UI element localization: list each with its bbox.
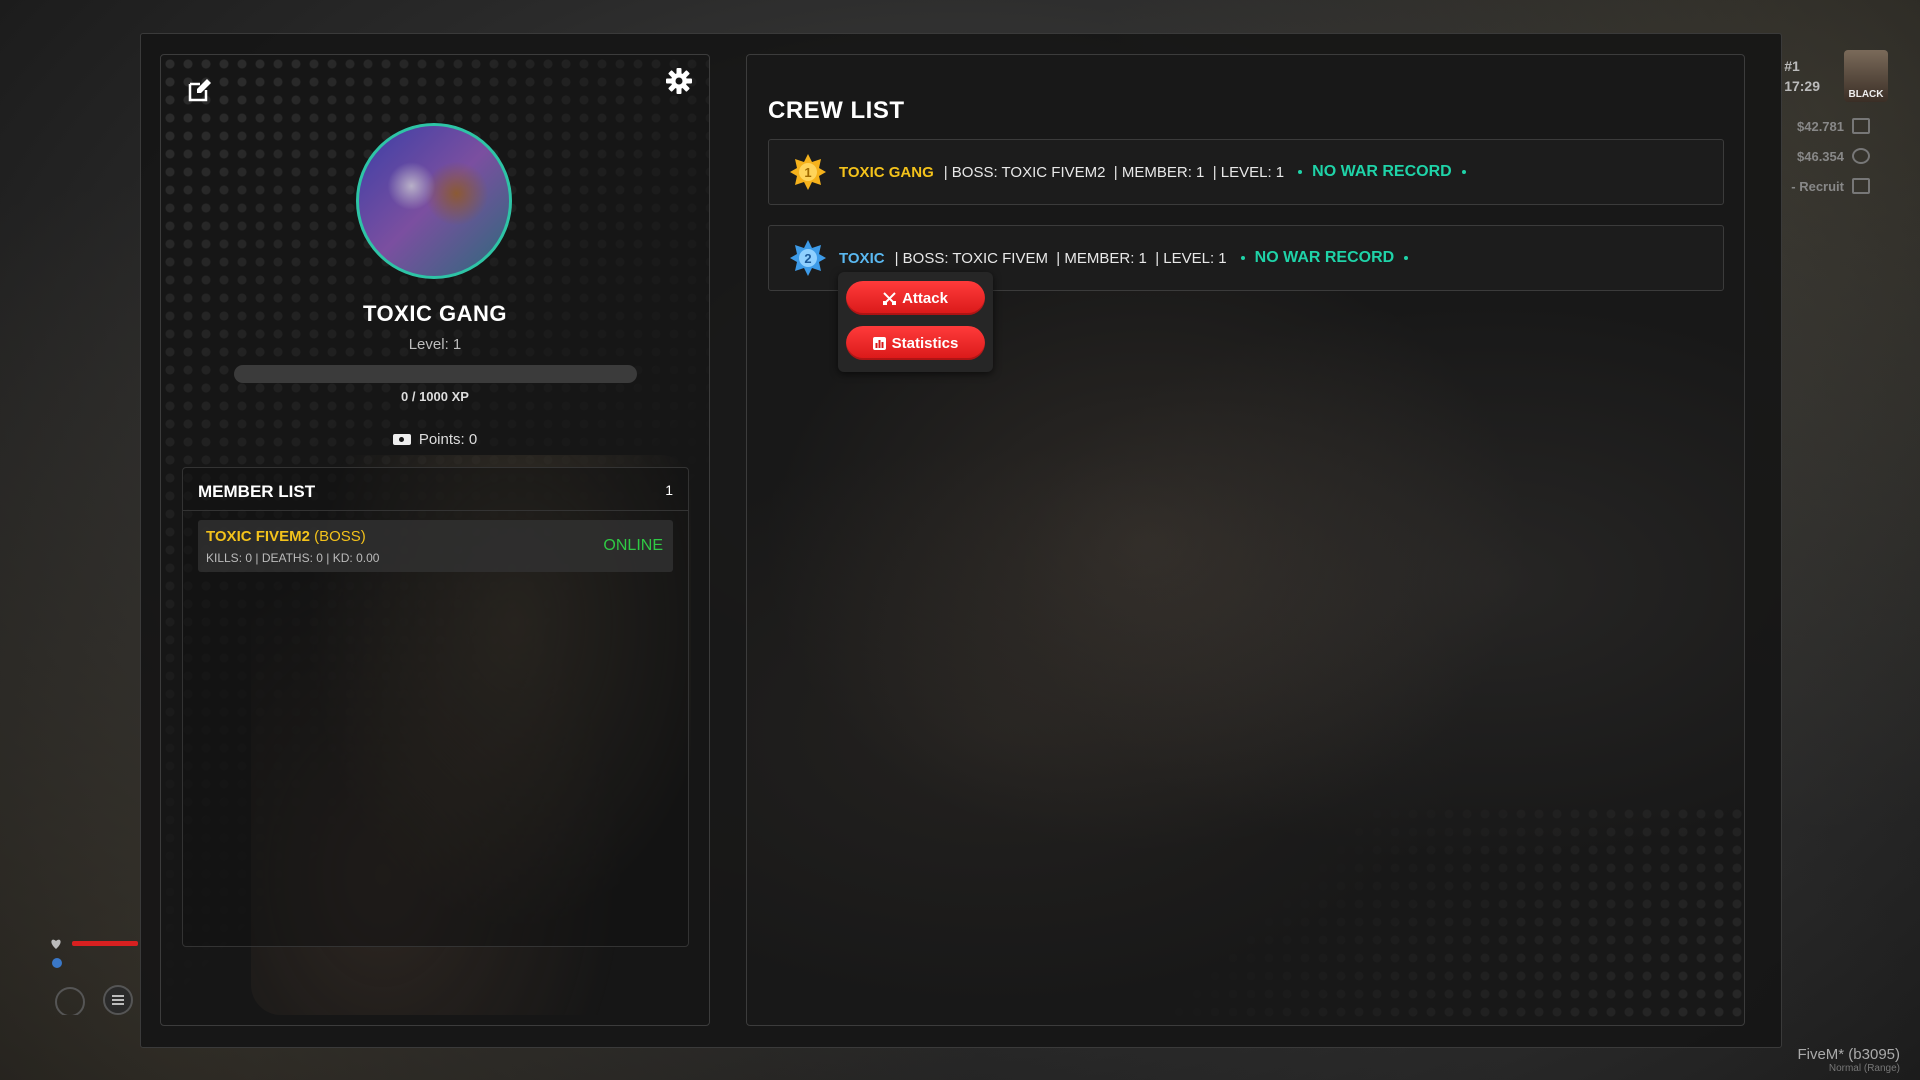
rank-badge-blue-icon: 2 — [790, 240, 826, 276]
points-label: Points: 0 — [418, 431, 478, 448]
rank-number: 2 — [804, 251, 811, 266]
dot-pattern — [1044, 805, 1744, 1025]
client-version: FiveM* (b3095) Normal (Range) — [1797, 1046, 1900, 1074]
member-count: 1 — [665, 482, 673, 498]
client-version-label: FiveM* (b3095) — [1797, 1046, 1900, 1063]
crew-list-panel: CREW LIST 1 TOXIC GANG | BOSS: TOXIC FIV… — [746, 54, 1745, 1026]
rank-number: 1 — [804, 165, 811, 180]
war-record: NO WAR RECORD — [1298, 163, 1466, 181]
attack-label: Attack — [902, 289, 948, 307]
member-name-line: TOXIC FIVEM2 (BOSS) — [206, 528, 366, 545]
member-list-title: MEMBER LIST — [198, 482, 316, 501]
crew-level: Level: 1 — [408, 336, 462, 353]
hud-bank-value: $46.354 — [1797, 148, 1844, 164]
member-stats: KILLS: 0 | DEATHS: 0 | KD: 0.00 — [206, 551, 380, 565]
hud-rank: #1 17:29 — [1784, 56, 1820, 96]
rank-badge-gold-icon: 1 — [790, 154, 826, 190]
bar-chart-icon — [872, 336, 886, 350]
hud-cash-value: $42.781 — [1797, 118, 1844, 134]
attack-button[interactable]: Attack — [846, 281, 985, 315]
crew-card-info: | BOSS: TOXIC FIVEM2 | MEMBER: 1 | LEVEL… — [943, 163, 1285, 181]
member-row[interactable]: TOXIC FIVEM2 (BOSS) KILLS: 0 | DEATHS: 0… — [198, 520, 673, 572]
briefcase-icon — [1852, 178, 1870, 194]
statistics-button[interactable]: Statistics — [846, 326, 985, 360]
hud-avatar: BLACK — [1844, 50, 1888, 102]
crew-avatar — [356, 123, 512, 279]
war-record-label: NO WAR RECORD — [1312, 163, 1452, 180]
ticket-icon — [392, 434, 411, 445]
bank-icon — [1852, 148, 1870, 164]
hud-avatar-label: BLACK — [1848, 89, 1884, 100]
hud-job: - Recruit — [1791, 178, 1870, 194]
member-name: TOXIC FIVEM2 — [206, 528, 310, 545]
hud-time: 17:29 — [1784, 78, 1820, 94]
statistics-label: Statistics — [891, 334, 959, 352]
hud-job-value: - Recruit — [1791, 178, 1844, 194]
crew-card-name: TOXIC — [839, 249, 885, 267]
crew-card-info: | BOSS: TOXIC FIVEM | MEMBER: 1 | LEVEL:… — [894, 249, 1227, 267]
crew-card[interactable]: 1 TOXIC GANG | BOSS: TOXIC FIVEM2 | MEMB… — [768, 139, 1724, 205]
crew-list-title: CREW LIST — [768, 97, 905, 124]
hud-bank: $46.354 — [1797, 148, 1870, 164]
points-display: Points: 0 — [161, 431, 709, 448]
hud-rank-number: #1 — [1784, 58, 1800, 74]
war-record: NO WAR RECORD — [1240, 249, 1409, 267]
crew-card-name: TOXIC GANG — [839, 163, 934, 181]
member-status: ONLINE — [603, 537, 663, 554]
dot-icon — [1404, 256, 1409, 260]
war-record-label: NO WAR RECORD — [1254, 249, 1395, 266]
xp-progress-bar — [234, 365, 637, 383]
hud-cash: $42.781 — [1797, 118, 1870, 134]
crew-action-menu: Attack Statistics — [838, 272, 993, 372]
member-role: (BOSS) — [309, 528, 366, 545]
member-list: MEMBER LIST 1 TOXIC FIVEM2 (BOSS) KILLS:… — [182, 467, 689, 947]
divider — [183, 510, 688, 511]
gear-icon[interactable] — [665, 67, 693, 95]
client-sub-label: Normal (Range) — [1828, 1063, 1900, 1074]
crew-name: TOXIC GANG — [363, 301, 507, 326]
player-status-hud — [50, 935, 150, 1020]
xp-text: 0 / 1000 XP — [401, 389, 469, 404]
dot-icon — [1461, 170, 1466, 174]
crew-profile-panel: TOXIC GANG Level: 1 0 / 1000 XP Points: … — [160, 54, 710, 1026]
wallet-icon — [1852, 118, 1870, 134]
health-armor-icon — [51, 939, 138, 1017]
member-list-header: MEMBER LIST 1 — [198, 482, 673, 502]
dot-icon — [1298, 170, 1303, 174]
swords-icon — [883, 291, 897, 305]
dot-icon — [1240, 256, 1245, 260]
edit-icon[interactable] — [187, 77, 213, 103]
